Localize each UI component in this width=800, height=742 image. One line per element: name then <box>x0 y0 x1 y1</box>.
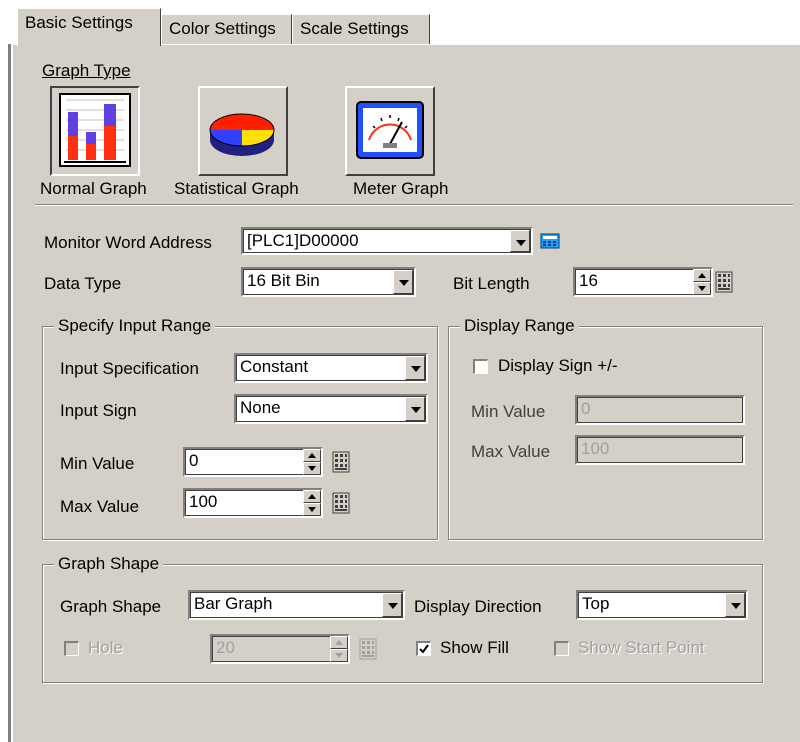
graph-shape-value: Bar Graph <box>194 594 273 613</box>
checkmark-icon <box>419 644 429 654</box>
graph-type-label: Graph Type <box>42 61 131 80</box>
chevron-down-icon[interactable] <box>510 230 530 252</box>
hole-label: Hole <box>88 638 123 657</box>
input-range-title: Specify Input Range <box>54 316 216 336</box>
graph-type-separator <box>35 204 793 206</box>
spin-up-icon[interactable] <box>330 636 348 649</box>
hole-keypad-icon[interactable] <box>358 636 378 662</box>
input-sign-select[interactable]: None <box>234 394 428 424</box>
normal-graph-button[interactable] <box>50 86 140 176</box>
spin-down-icon[interactable] <box>693 282 711 295</box>
display-direction-select[interactable]: Top <box>576 590 748 620</box>
statistical-graph-label: Statistical Graph <box>174 179 299 198</box>
chevron-down-icon[interactable] <box>393 270 413 294</box>
address-keyboard-icon <box>540 233 560 249</box>
graph-shape-group <box>42 564 763 683</box>
bit-length-value: 16 <box>579 271 598 290</box>
graph-shape-select[interactable]: Bar Graph <box>188 590 405 620</box>
input-max-value-label: Max Value <box>60 497 140 516</box>
display-range-title: Display Range <box>460 316 579 336</box>
input-max-spinner[interactable] <box>303 490 321 516</box>
show-start-point-checkbox[interactable] <box>554 641 569 656</box>
hole-value: 20 <box>216 638 235 657</box>
graph-shape-title: Graph Shape <box>54 554 164 574</box>
show-start-point-label: Show Start Point <box>578 638 705 657</box>
spin-up-icon[interactable] <box>303 449 321 462</box>
monitor-word-address-combo[interactable]: [PLC1]D00000 <box>241 227 533 255</box>
input-min-value-label: Min Value <box>60 454 135 473</box>
display-sign-label: Display Sign +/- <box>498 356 618 375</box>
tab-scale-settings[interactable]: Scale Settings <box>292 14 430 44</box>
bit-length-input[interactable]: 16 <box>573 267 713 297</box>
display-direction-value: Top <box>582 594 610 613</box>
input-min-keypad-icon[interactable] <box>331 449 351 475</box>
input-sign-value: None <box>240 398 281 417</box>
input-specification-select[interactable]: Constant <box>234 353 428 383</box>
display-min-value-input[interactable]: 0 <box>575 395 745 425</box>
meter-graph-button[interactable] <box>345 86 435 176</box>
show-fill-checkbox[interactable] <box>416 641 431 656</box>
display-direction-label: Display Direction <box>414 597 542 616</box>
basic-settings-panel: Graph Type Normal Graph Statistical Grap… <box>12 44 800 742</box>
input-min-spinner[interactable] <box>303 449 321 475</box>
bit-length-spinner[interactable] <box>693 269 711 295</box>
statistical-graph-button[interactable] <box>198 86 288 176</box>
meter-gauge-icon <box>356 101 424 159</box>
hole-checkbox[interactable] <box>64 641 79 656</box>
bit-length-keypad-icon[interactable] <box>714 269 734 295</box>
input-specification-value: Constant <box>240 357 309 376</box>
monitor-word-address-label: Monitor Word Address <box>44 233 212 252</box>
input-min-value: 0 <box>189 451 199 470</box>
input-min-value-input[interactable]: 0 <box>183 447 323 477</box>
display-max-value-label: Max Value <box>471 442 551 461</box>
normal-graph-icon <box>59 93 131 167</box>
meter-graph-label: Meter Graph <box>353 179 449 198</box>
display-max-value-input[interactable]: 100 <box>575 435 745 465</box>
tab-basic-settings[interactable]: Basic Settings <box>17 8 161 46</box>
spin-down-icon[interactable] <box>303 503 321 516</box>
hole-spinner[interactable] <box>330 636 348 662</box>
chevron-down-icon[interactable] <box>405 356 425 380</box>
input-specification-label: Input Specification <box>60 359 199 378</box>
chevron-down-icon[interactable] <box>725 593 745 617</box>
address-input-button[interactable] <box>538 228 562 254</box>
input-sign-label: Input Sign <box>60 401 137 420</box>
data-type-label: Data Type <box>44 274 122 293</box>
chevron-down-icon[interactable] <box>405 397 425 421</box>
input-max-value: 100 <box>189 492 218 511</box>
input-max-keypad-icon[interactable] <box>331 490 351 516</box>
bit-length-label: Bit Length <box>453 274 530 293</box>
display-min-value-label: Min Value <box>471 402 546 421</box>
spin-down-icon[interactable] <box>330 649 348 662</box>
display-sign-checkbox[interactable] <box>473 359 488 374</box>
data-type-select[interactable]: 16 Bit Bin <box>241 267 416 297</box>
chevron-down-icon[interactable] <box>382 593 402 617</box>
monitor-word-address-value: [PLC1]D00000 <box>247 231 359 250</box>
show-fill-label: Show Fill <box>440 638 509 657</box>
data-type-value: 16 Bit Bin <box>247 271 320 290</box>
display-min-value: 0 <box>581 399 591 418</box>
display-max-value: 100 <box>581 439 610 458</box>
panel-left-edge <box>8 44 11 742</box>
spin-up-icon[interactable] <box>303 490 321 503</box>
hole-input[interactable]: 20 <box>210 634 350 664</box>
spin-down-icon[interactable] <box>303 462 321 475</box>
pie-chart-icon <box>209 113 275 156</box>
graph-shape-label: Graph Shape <box>60 597 162 616</box>
tab-color-settings[interactable]: Color Settings <box>161 14 292 44</box>
spin-up-icon[interactable] <box>693 269 711 282</box>
normal-graph-label: Normal Graph <box>40 179 147 198</box>
input-max-value-input[interactable]: 100 <box>183 488 323 518</box>
